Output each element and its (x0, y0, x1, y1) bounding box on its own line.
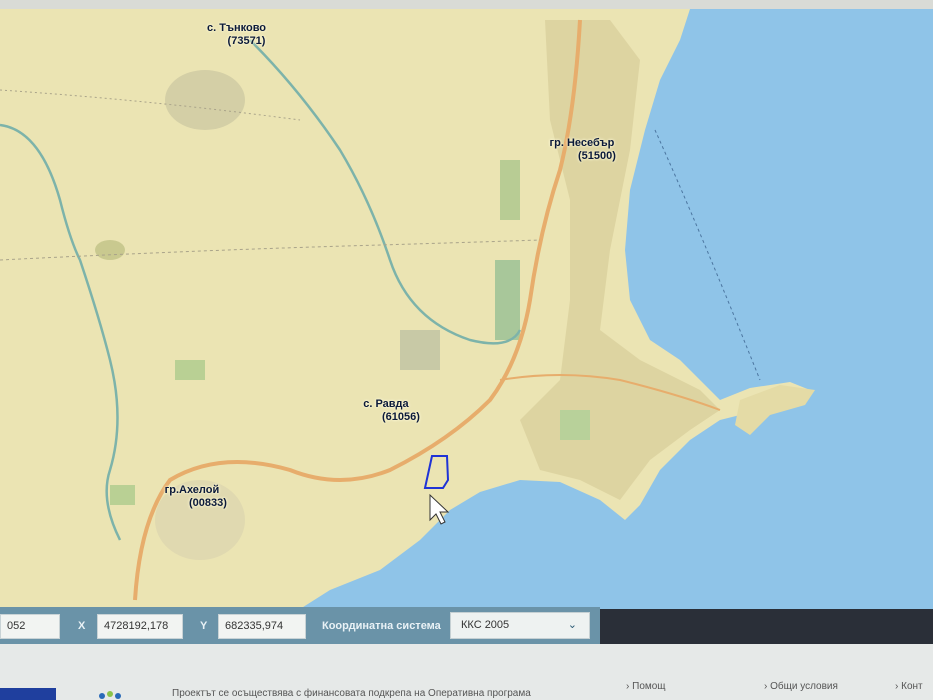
place-code: (00833) (189, 497, 227, 509)
terms-link[interactable]: › Общи условия (764, 681, 838, 692)
place-label-tankovo: с. Тънково (73571) (207, 22, 266, 48)
place-name: гр.Ахелой (164, 484, 220, 496)
terms-link-label: Общи условия (770, 681, 838, 692)
help-link[interactable]: › Помощ (626, 681, 666, 692)
eu-flag-logo (0, 688, 56, 700)
place-code: (51500) (578, 150, 616, 162)
x-label: X (78, 620, 86, 632)
field-block (500, 160, 520, 220)
project-note: Проектът се осъществява с финансовата по… (172, 688, 531, 699)
y-coordinate-field[interactable]: 682335,974 (218, 614, 306, 639)
field-block (495, 260, 520, 340)
field-block (560, 410, 590, 440)
help-link-label: Помощ (632, 681, 666, 692)
place-code: (61056) (382, 411, 420, 423)
field-block (110, 485, 135, 505)
x-coordinate-field[interactable]: 4728192,178 (97, 614, 183, 639)
chevron-right-icon: › (895, 681, 899, 692)
place-name: с. Равда (363, 398, 409, 410)
place-name: гр. Несебър (549, 137, 615, 149)
contacts-link[interactable]: › Конт (895, 681, 923, 692)
cadastral-map[interactable] (0, 0, 933, 700)
place-label-aheloy: гр.Ахелой (00833) (157, 484, 227, 510)
coordinate-system-select[interactable]: ККС 2005 ⌄ (450, 612, 590, 639)
place-name: с. Тънково (207, 22, 267, 34)
chevron-right-icon: › (764, 681, 768, 692)
place-label-ravda: с. Равда (61056) (352, 398, 420, 424)
y-label: Y (200, 620, 208, 632)
place-code: (73571) (227, 35, 266, 47)
coordinate-system-value: ККС 2005 (461, 619, 510, 631)
program-logo (99, 691, 121, 699)
tankovo-settlement (165, 70, 245, 130)
field-block (175, 360, 205, 380)
coordinate-system-label: Координатна система (322, 620, 441, 632)
place-label-nesebar: гр. Несебър (51500) (548, 137, 616, 163)
field-block (95, 240, 125, 260)
contacts-link-label: Конт (901, 681, 923, 692)
chevron-right-icon: › (626, 681, 630, 692)
scale-field[interactable]: 052 (0, 614, 60, 639)
chevron-down-icon: ⌄ (567, 619, 577, 631)
field-block (400, 330, 440, 370)
